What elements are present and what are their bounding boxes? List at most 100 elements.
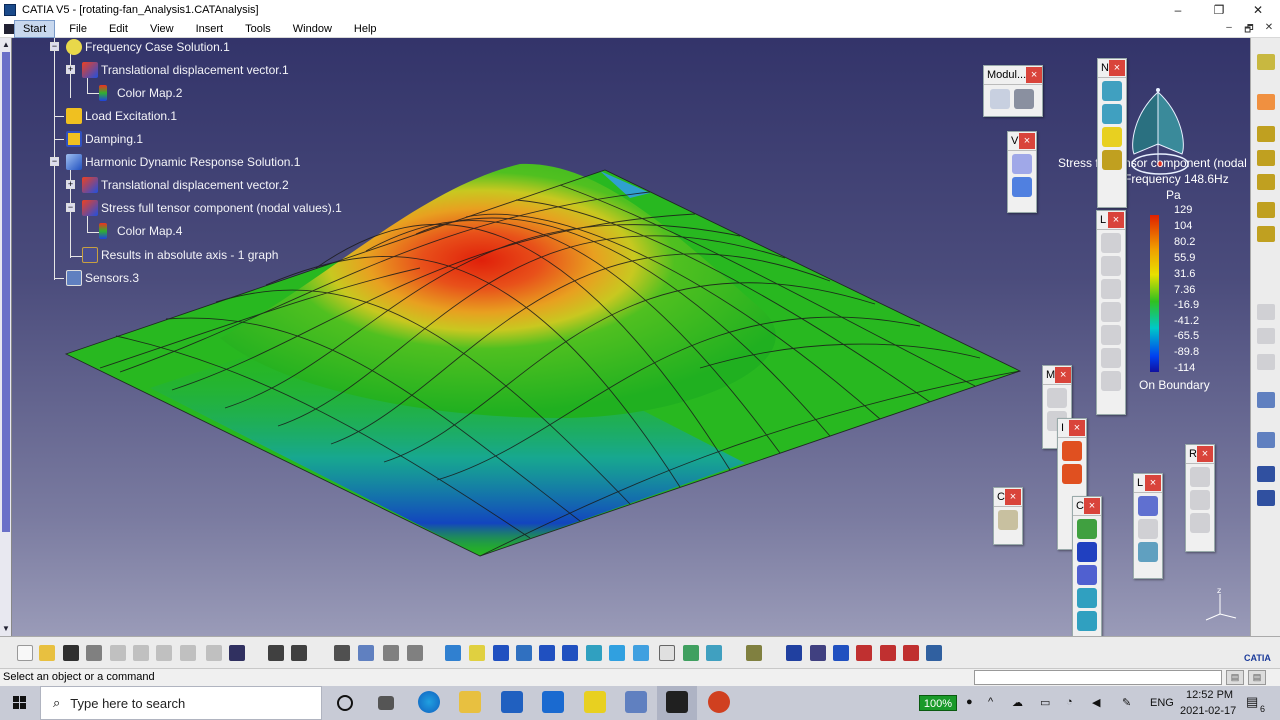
views-icon[interactable] <box>609 645 625 661</box>
tree-node-load-excitation[interactable]: Load Excitation.1 <box>66 107 177 125</box>
image-icon[interactable] <box>1062 441 1082 461</box>
volume-icon[interactable]: ◀ <box>1092 696 1100 709</box>
help-icon[interactable] <box>229 645 245 661</box>
scroll-down-arrow[interactable]: ▼ <box>1 624 11 634</box>
menu-window[interactable]: Window <box>285 20 340 38</box>
mesh-icon[interactable] <box>1257 392 1275 408</box>
cube-icon[interactable] <box>1102 150 1122 170</box>
catia-taskbar-icon[interactable] <box>666 691 688 713</box>
mic-icon[interactable]: ● <box>966 696 973 708</box>
paste-icon[interactable] <box>156 645 172 661</box>
rotate-icon[interactable] <box>516 645 532 661</box>
fit-all-icon[interactable] <box>469 645 485 661</box>
close-icon[interactable]: × <box>1005 489 1021 505</box>
undo-icon[interactable] <box>180 645 196 661</box>
link-icon[interactable] <box>1138 519 1158 539</box>
close-icon[interactable]: × <box>1069 420 1085 436</box>
tree-icon[interactable] <box>358 645 374 661</box>
pan-icon[interactable] <box>493 645 509 661</box>
zoom-in-icon[interactable] <box>539 645 555 661</box>
tree-node-displacement-1[interactable]: + Translational displacement vector.1 <box>66 61 289 79</box>
mdi-close-button[interactable]: ✕ <box>1262 22 1276 33</box>
menu-help[interactable]: Help <box>346 20 385 38</box>
analysis-icon[interactable] <box>833 645 849 661</box>
restraint-icon[interactable] <box>1190 513 1210 533</box>
mesh-icon[interactable] <box>1257 490 1275 506</box>
menu-start[interactable]: Start <box>14 19 56 38</box>
tree-scrollbar[interactable]: ▲ ▼ <box>0 38 12 636</box>
load-icon[interactable] <box>1101 348 1121 368</box>
print-icon[interactable] <box>86 645 102 661</box>
analysis-icon[interactable] <box>880 645 896 661</box>
close-icon[interactable]: × <box>1108 212 1124 228</box>
collapse-icon[interactable]: − <box>50 42 59 51</box>
hide-show-icon[interactable] <box>659 645 675 661</box>
new-icon[interactable] <box>17 645 33 661</box>
formula-icon[interactable] <box>268 645 284 661</box>
tree-node-damping[interactable]: Damping.1 <box>66 130 143 148</box>
zoom-indicator[interactable]: 100% <box>919 695 957 711</box>
menu-tools[interactable]: Tools <box>237 20 279 38</box>
zoom-out-icon[interactable] <box>562 645 578 661</box>
compute-icon[interactable] <box>1077 542 1097 562</box>
catalog-icon[interactable] <box>383 645 399 661</box>
scroll-thumb[interactable] <box>2 52 10 532</box>
task-view-icon[interactable] <box>378 696 394 710</box>
app-l-icon[interactable] <box>542 691 564 713</box>
link-icon[interactable] <box>1138 542 1158 562</box>
battery-icon[interactable]: ▭ <box>1040 696 1050 709</box>
menu-edit[interactable]: Edit <box>101 20 136 38</box>
minimize-button[interactable]: – <box>1160 0 1196 20</box>
edge-icon[interactable] <box>418 691 440 713</box>
cut-icon[interactable] <box>110 645 126 661</box>
wifi-icon[interactable]: ◔ <box>1066 696 1073 708</box>
copy-icon[interactable] <box>133 645 149 661</box>
tree-node-frequency-case[interactable]: − Frequency Case Solution.1 <box>50 38 230 56</box>
analysis-icon[interactable] <box>810 645 826 661</box>
analysis-icon[interactable] <box>786 645 802 661</box>
tree-node-stress-tensor[interactable]: − Stress full tensor component (nodal va… <box>66 199 342 217</box>
load-icon[interactable] <box>1101 233 1121 253</box>
settings-icon[interactable] <box>1257 54 1275 70</box>
layer-icon[interactable] <box>1257 174 1275 190</box>
close-button[interactable]: ✕ <box>1240 0 1276 20</box>
close-icon[interactable]: × <box>1109 60 1125 76</box>
close-icon[interactable]: × <box>1026 67 1042 83</box>
close-icon[interactable]: × <box>1197 446 1213 462</box>
windows-start-button[interactable] <box>0 686 40 720</box>
image-icon[interactable] <box>1062 464 1082 484</box>
menu-view[interactable]: View <box>142 20 182 38</box>
layer-icon[interactable] <box>1257 126 1275 142</box>
save-icon[interactable] <box>63 645 79 661</box>
swap-icon[interactable] <box>683 645 699 661</box>
pointer-icon[interactable] <box>1257 94 1275 110</box>
compute-icon[interactable] <box>1077 611 1097 631</box>
layer-icon[interactable] <box>1257 150 1275 166</box>
mdi-restore-button[interactable]: 🗗 <box>1242 22 1256 39</box>
status-button[interactable]: ▤ <box>1248 670 1266 685</box>
calculator-icon[interactable] <box>998 510 1018 530</box>
mesh-icon[interactable] <box>1257 466 1275 482</box>
close-icon[interactable]: × <box>1019 133 1035 149</box>
status-button[interactable]: ▤ <box>1226 670 1244 685</box>
render-icon[interactable] <box>1012 177 1032 197</box>
compute-icon[interactable] <box>1077 519 1097 539</box>
chevron-up-icon[interactable]: ^ <box>988 696 993 708</box>
restraint-icon[interactable] <box>1190 467 1210 487</box>
link-icon[interactable] <box>1138 496 1158 516</box>
layer-icon[interactable] <box>1257 226 1275 242</box>
clock-date[interactable]: 2021-02-17 <box>1180 705 1236 717</box>
tree-icon[interactable] <box>746 645 762 661</box>
close-icon[interactable]: × <box>1055 367 1071 383</box>
tree-node-color-map-4[interactable]: Color Map.4 <box>99 222 182 240</box>
language-indicator[interactable]: ENG <box>1150 697 1174 709</box>
compute-icon[interactable] <box>1077 565 1097 585</box>
mesh-icon[interactable] <box>1257 432 1275 448</box>
load-icon[interactable] <box>1101 302 1121 322</box>
scroll-up-arrow[interactable]: ▲ <box>1 40 11 50</box>
table-icon[interactable] <box>334 645 350 661</box>
close-icon[interactable]: × <box>1084 498 1100 514</box>
measure-icon[interactable] <box>407 645 423 661</box>
tree-node-harmonic-solution[interactable]: − Harmonic Dynamic Response Solution.1 <box>50 153 300 171</box>
analysis-icon[interactable] <box>903 645 919 661</box>
